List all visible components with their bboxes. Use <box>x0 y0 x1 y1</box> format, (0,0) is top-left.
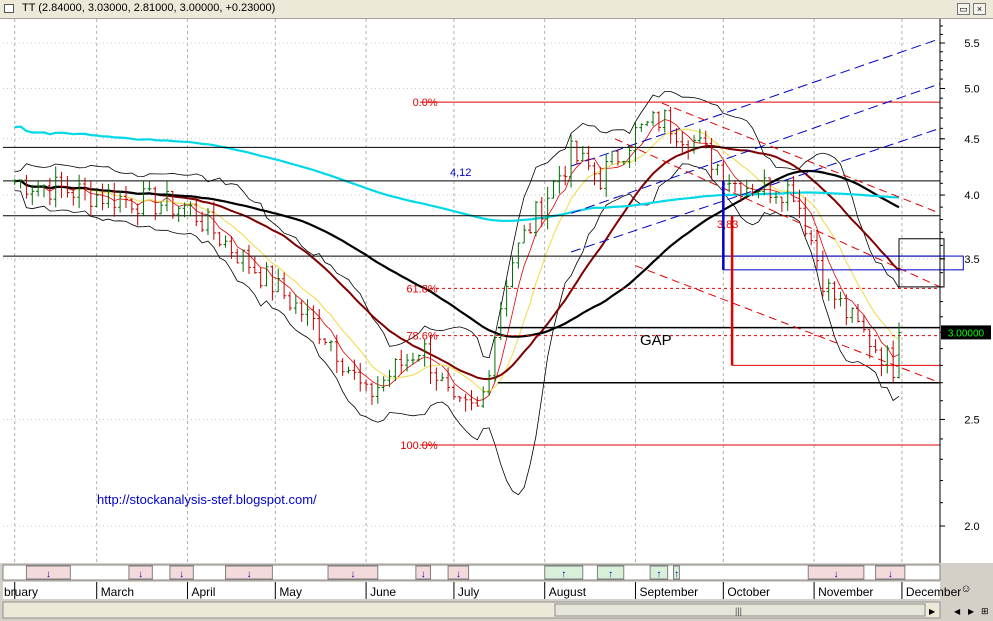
price-tick-label: 5.5 <box>964 38 979 50</box>
price-tick-label: 4.5 <box>964 134 979 146</box>
chart-window-icon <box>4 4 14 13</box>
month-label: June <box>370 585 396 599</box>
price-tick-label: 5.0 <box>964 84 979 96</box>
month-label: April <box>191 585 215 599</box>
down-arrow-icon: ↓ <box>138 569 143 580</box>
down-arrow-icon: ↓ <box>834 569 839 580</box>
month-label: bruary <box>4 585 38 599</box>
last-price-badge: 3.00000 <box>941 325 991 340</box>
price-tick-label: 2.0 <box>964 521 979 533</box>
chart-window: TT (2.84000, 3.03000, 2.81000, 3.00000, … <box>0 0 993 621</box>
fib-level-label: 61.8% <box>406 283 437 295</box>
month-label: December <box>906 585 961 599</box>
down-arrow-icon: ↓ <box>456 569 461 580</box>
down-arrow-icon: ↓ <box>350 569 355 580</box>
month-label: October <box>727 585 770 599</box>
scrollbar-grip-icon: ||| <box>735 606 742 616</box>
level-412-label: 4,12 <box>450 167 471 179</box>
price-tick-label: 2.5 <box>964 414 979 426</box>
scroll-left-button[interactable]: ◀ <box>954 607 961 616</box>
price-tick-label: 4.0 <box>964 190 979 202</box>
up-arrow-icon: ↑ <box>561 569 566 580</box>
scroll-gear-button[interactable]: ☺ <box>960 583 971 595</box>
up-arrow-icon: ↑ <box>608 569 613 580</box>
fib-level-label: 78.6% <box>406 331 437 343</box>
down-arrow-icon: ↓ <box>179 569 184 580</box>
down-arrow-icon: ↓ <box>246 569 251 580</box>
month-label: September <box>639 585 698 599</box>
up-arrow-icon: ↑ <box>656 569 661 580</box>
price-axis: 5.5 5.0 4.5 4.0 3.5 2.5 2.0 <box>940 25 980 533</box>
price-chart[interactable]: 0.0% 61.8% 78.6% 100.0% GAP 4,12 3,83 http:… <box>0 19 993 621</box>
month-label: May <box>279 585 302 599</box>
zoom-button[interactable]: ⊞ <box>981 606 989 616</box>
up-arrow-icon: ↑ <box>674 569 679 580</box>
gap-label: GAP <box>640 332 672 349</box>
down-arrow-icon: ↓ <box>888 569 893 580</box>
title-bar[interactable]: TT (2.84000, 3.03000, 2.81000, 3.00000, … <box>0 0 993 19</box>
fib-level-label: 100.0% <box>400 440 438 452</box>
down-arrow-icon: ↓ <box>421 569 426 580</box>
blog-url-text[interactable]: http://stockanalysis-stef.blogspot.com/ <box>97 492 317 507</box>
plot-area[interactable] <box>0 19 940 563</box>
month-label: August <box>549 585 587 599</box>
down-arrow-icon: ↓ <box>46 569 51 580</box>
last-price-text: 3.00000 <box>948 328 985 339</box>
month-label: March <box>101 585 134 599</box>
scroll-right-arrow-icon[interactable]: ▶ <box>929 607 936 616</box>
price-tick-label: 3.5 <box>964 254 979 266</box>
scroll-forward-button[interactable]: ▶ <box>968 607 975 616</box>
level-383-label: 3,83 <box>717 219 738 231</box>
fib-level-label: 0.0% <box>413 97 438 109</box>
restore-button[interactable]: ▭ <box>957 3 970 15</box>
month-label: July <box>458 585 479 599</box>
month-label: November <box>818 585 873 599</box>
close-button[interactable]: × <box>973 3 986 15</box>
window-title: TT (2.84000, 3.03000, 2.81000, 3.00000, … <box>22 2 276 14</box>
